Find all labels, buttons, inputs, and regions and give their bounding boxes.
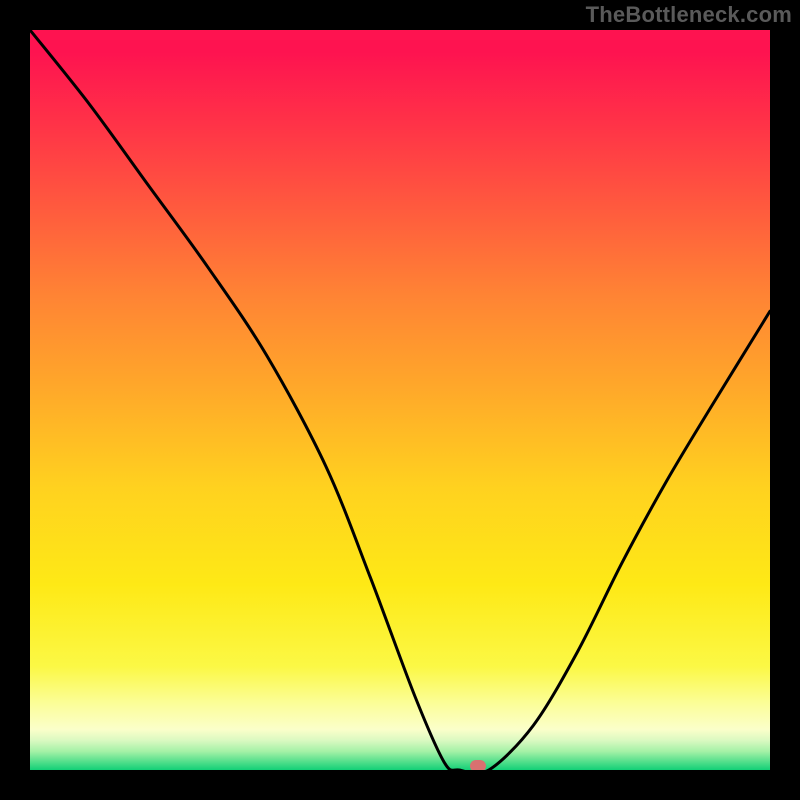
chart-container: TheBottleneck.com: [0, 0, 800, 800]
watermark-text: TheBottleneck.com: [586, 2, 792, 28]
bottleneck-curve: [30, 30, 770, 770]
plot-area: [30, 30, 770, 770]
optimal-point-marker: [470, 760, 486, 770]
